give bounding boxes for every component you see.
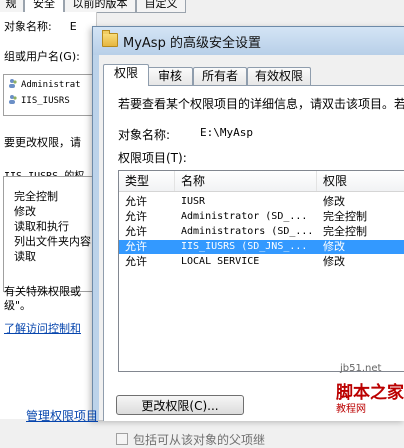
permission-list: 完全控制 修改 读取和执行 列出文件夹内容 读取 [3,176,96,292]
table-row[interactable]: 允许 Administrators (SD_... 完全控制 [119,225,404,239]
permission-entries-label: 权限项目(T): [118,151,187,165]
user-list[interactable]: Administrat IIS_IUSRS [3,74,96,116]
checkbox-box[interactable] [116,433,128,445]
row-type: 允许 [125,225,147,238]
row-type: 允许 [125,255,147,268]
tab-owner[interactable]: 所有者 [193,67,247,85]
folder-icon [102,30,118,47]
dialog-title: MyAsp 的高级安全设置 [123,36,261,51]
advanced-security-dialog: MyAsp 的高级安全设置 权限 审核 所有者 有效权限 若要查看某个权限项目的… [92,26,404,447]
table-row-selected[interactable]: 允许 IIS_IUSRS (SD_JNS_... 修改 [119,240,404,254]
table-row[interactable]: 允许 LOCAL SERVICE 修改 [119,255,404,269]
row-permission: 修改 [323,240,345,253]
instruction-text: 若要查看某个权限项目的详细信息，请双击该项目。若 [118,97,404,111]
list-header: 类型 名称 权限 [119,171,404,192]
inherit-checkbox-label: 包括可从该对象的父项继 [133,433,266,447]
tab-effective-permissions[interactable]: 有效权限 [247,67,311,85]
row-name: IIS_IUSRS (SD_JNS_... [181,241,308,252]
tab-permissions[interactable]: 权限 [103,64,149,86]
object-name-label: 对象名称: E [4,20,77,33]
tab-auditing[interactable]: 审核 [147,67,193,85]
row-name: Administrator (SD_... [181,211,308,222]
row-name: LOCAL SERVICE [181,256,260,267]
table-row[interactable]: 允许 Administrator (SD_... 完全控制 [119,210,404,224]
row-permission: 完全控制 [323,225,367,238]
row-type: 允许 [125,240,147,253]
dialog-titlebar[interactable]: MyAsp 的高级安全设置 [93,27,404,55]
row-name: Administrators (SD_... [181,226,314,237]
user-item-iis-iusrs[interactable]: IIS_IUSRS [8,94,70,106]
row-permission: 完全控制 [323,210,367,223]
change-permissions-hint: 要更改权限，请 [4,136,81,149]
table-row[interactable]: 允许 IUSR 修改 [119,195,404,209]
object-name-value: E:\MyAsp [200,126,253,139]
object-name-label: 对象名称: [118,128,171,142]
row-name: IUSR [181,196,206,207]
permission-modify: 修改 [14,205,36,218]
special-permissions-hint-2: 级"。 [4,299,32,312]
row-type: 允许 [125,195,147,208]
column-permission[interactable]: 权限 [317,171,404,191]
column-type[interactable]: 类型 [119,171,175,191]
column-name[interactable]: 名称 [175,171,317,191]
row-type: 允许 [125,210,147,223]
permission-read-execute: 读取和执行 [14,220,69,233]
permission-full-control: 完全控制 [14,190,58,203]
watermark-sub: 教程网 [336,404,366,415]
permission-entries-list[interactable]: 类型 名称 权限 允许 IUSR 修改 允许 Administrator (SD… [118,170,404,372]
manage-permission-entries-link[interactable]: 管理权限项目 [26,407,98,424]
row-permission: 修改 [323,195,345,208]
permission-list-folder: 列出文件夹内容 [14,235,91,248]
watermark-site: jb51.net [340,363,382,374]
tab-customize[interactable]: 自定义 [136,0,186,13]
group-or-user-label: 组或用户名(G): [4,50,80,63]
user-item-administrator[interactable]: Administrat [8,78,81,90]
inherit-permissions-checkbox[interactable]: 包括可从该对象的父项继 [116,431,265,448]
row-permission: 修改 [323,255,345,268]
change-permissions-button[interactable]: 更改权限(C)... [116,395,244,415]
learn-access-control-link[interactable]: 了解访问控制和 [4,320,81,336]
permission-read: 读取 [14,250,36,263]
dialog-tabs: 权限 审核 所有者 有效权限 [103,64,404,86]
user-group-icon [9,95,17,104]
security-panel: 对象名称: E 组或用户名(G): Administrat IIS_IUSRS 要… [0,12,97,419]
user-group-icon [9,79,17,88]
